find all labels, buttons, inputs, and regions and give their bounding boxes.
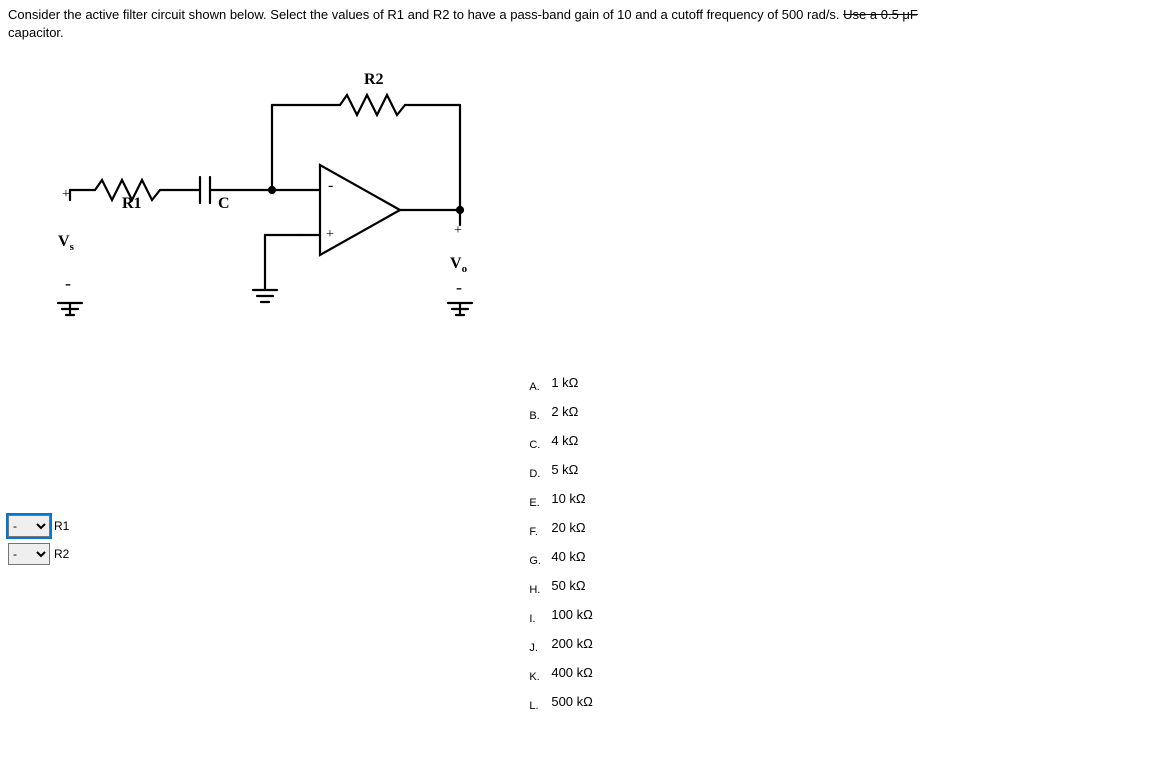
dropdown-r1[interactable]: - [8, 515, 50, 537]
label-opamp-plus: + [326, 227, 334, 243]
label-r2: R2 [364, 71, 384, 89]
label-c: C [218, 195, 230, 213]
option-b: B.2 kΩ [529, 404, 593, 419]
label-vs-plus: + [62, 187, 70, 203]
option-c: C.4 kΩ [529, 433, 593, 448]
dropdown-r2-row: - R2 [8, 543, 69, 565]
label-vo-plus: + [454, 223, 462, 239]
question-text: Consider the active filter circuit shown… [0, 0, 1152, 45]
option-i: I.100 kΩ [529, 607, 593, 622]
option-a: A.1 kΩ [529, 375, 593, 390]
dropdown-r2-label: R2 [54, 547, 69, 561]
label-opamp-minus: - [328, 177, 333, 195]
question-part2: capacitor. [8, 25, 64, 40]
circuit-diagram: R2 R1 C + Vs - + Vo - - + [40, 55, 560, 355]
answer-dropdowns: - R1 - R2 [8, 515, 69, 571]
option-h: H.50 kΩ [529, 578, 593, 593]
option-g: G.40 kΩ [529, 549, 593, 564]
option-l: L.500 kΩ [529, 694, 593, 709]
option-k: K.400 kΩ [529, 665, 593, 680]
label-vo-minus: - [456, 277, 462, 298]
options-list: A.1 kΩ B.2 kΩ C.4 kΩ D.5 kΩ E.10 kΩ F.20… [529, 375, 593, 723]
option-j: J.200 kΩ [529, 636, 593, 651]
dropdown-r1-label: R1 [54, 519, 69, 533]
label-r1: R1 [122, 195, 142, 213]
dropdown-r2[interactable]: - [8, 543, 50, 565]
answers-section: - R1 - R2 A.1 kΩ B.2 kΩ C.4 kΩ D.5 kΩ E.… [0, 375, 1152, 723]
question-strike: Use a 0.5 μF [843, 7, 918, 22]
option-d: D.5 kΩ [529, 462, 593, 477]
question-part1: Consider the active filter circuit shown… [8, 7, 843, 22]
option-e: E.10 kΩ [529, 491, 593, 506]
option-f: F.20 kΩ [529, 520, 593, 535]
label-vo: Vo [450, 255, 467, 275]
label-vs-minus: - [65, 273, 71, 294]
label-vs: Vs [58, 233, 74, 253]
dropdown-r1-row: - R1 [8, 515, 69, 537]
